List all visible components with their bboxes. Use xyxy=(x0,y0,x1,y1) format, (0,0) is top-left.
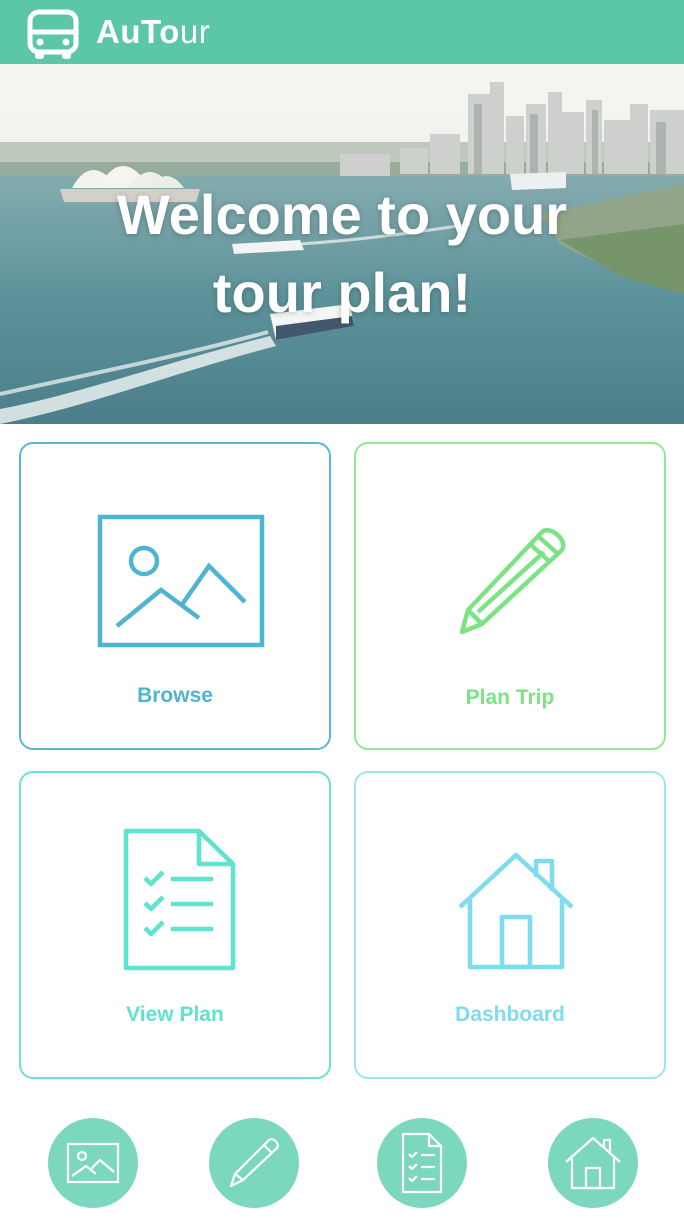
nav-dashboard-button[interactable] xyxy=(548,1118,638,1208)
image-icon xyxy=(66,1142,120,1184)
nav-plan-trip-button[interactable] xyxy=(209,1118,299,1208)
pencil-icon xyxy=(459,528,566,635)
checklist-icon xyxy=(123,828,236,971)
view-plan-label: View Plan xyxy=(126,1003,224,1026)
view-plan-card[interactable]: View Plan xyxy=(19,771,331,1079)
document-icon xyxy=(401,1132,443,1194)
nav-view-plan-button[interactable] xyxy=(377,1118,467,1208)
house-icon xyxy=(565,1136,621,1190)
dashboard-label: Dashboard xyxy=(455,1003,565,1026)
app-name: AuTour xyxy=(96,12,210,52)
app-header: AuTour xyxy=(0,0,684,64)
plan-trip-card[interactable]: Plan Trip xyxy=(354,442,666,750)
pencil-icon xyxy=(229,1138,279,1188)
hero-banner: Welcome to your tour plan! xyxy=(0,64,684,424)
browse-label: Browse xyxy=(137,684,213,707)
hero-title: Welcome to your tour plan! xyxy=(0,176,684,332)
bus-icon xyxy=(27,9,79,59)
dashboard-card[interactable]: Dashboard xyxy=(354,771,666,1079)
hero-title-line1: Welcome to your xyxy=(116,183,568,246)
image-icon xyxy=(97,514,265,648)
plan-trip-label: Plan Trip xyxy=(465,686,555,709)
house-icon xyxy=(458,852,574,970)
app-name-bold: AuTo xyxy=(96,13,180,50)
app-name-light: ur xyxy=(179,13,211,50)
browse-card[interactable]: Browse xyxy=(19,442,331,750)
hero-title-line2: tour plan! xyxy=(212,261,472,324)
nav-browse-button[interactable] xyxy=(48,1118,138,1208)
